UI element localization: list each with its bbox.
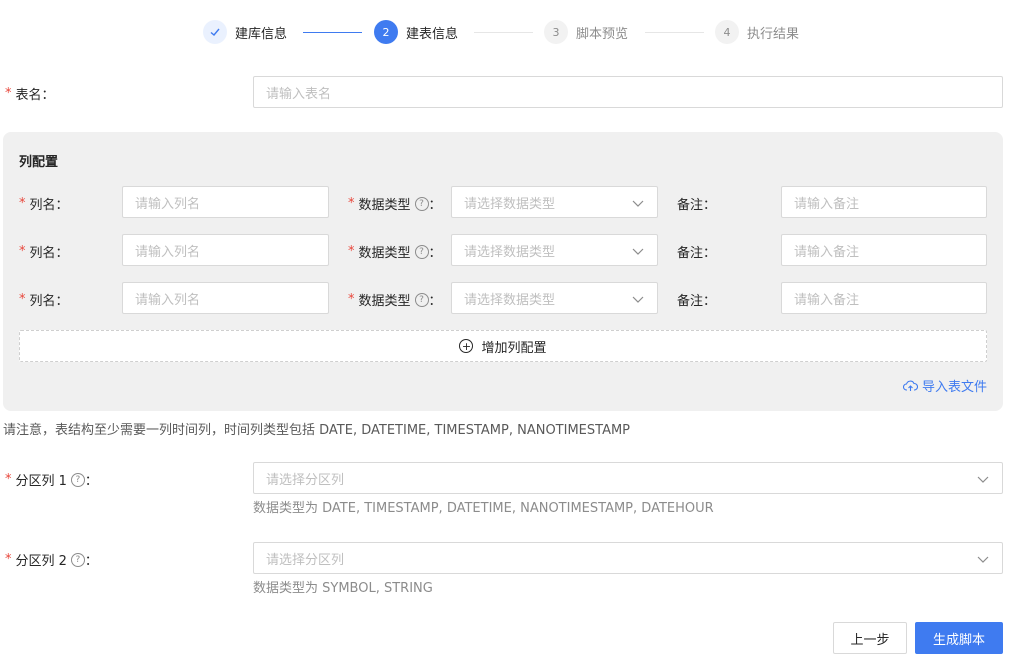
step-connector [474,32,533,33]
partition-2-hint: 数据类型为 SYMBOL, STRING [253,581,433,596]
column-name-label-text: 列名： [29,198,69,213]
plus-circle-icon: + [459,339,474,353]
step-4[interactable]: 4 执行结果 [715,20,799,44]
data-type-select[interactable]: 请选择数据类型 [451,186,658,218]
column-config-title: 列配置 [19,155,59,170]
partition-1-label-text: 分区列 1 [15,474,67,489]
required-mark: * [348,244,355,259]
data-type-placeholder: 请选择数据类型 [464,244,556,260]
add-column-label: 增加列配置 [481,340,547,356]
partition-1-hint: 数据类型为 DATE, TIMESTAMP, DATETIME, NANOTIM… [253,501,714,516]
import-label: 导入表文件 [921,380,987,395]
partition-1-select[interactable]: 请选择分区列 [253,462,1003,494]
required-mark: * [19,292,26,307]
partition-2-placeholder: 请选择分区列 [266,552,345,568]
column-name-placeholder: 请输入列名 [135,244,201,260]
help-icon[interactable]: ? [70,472,85,487]
required-mark: * [5,552,12,567]
chevron-down-icon [977,476,989,483]
remark-label: 备注： [677,198,717,213]
chevron-down-icon [632,200,644,207]
previous-step-button[interactable]: 上一步 [833,622,907,654]
data-type-placeholder: 请选择数据类型 [464,292,556,308]
column-name-label: * 列名： [19,242,69,261]
remark-placeholder: 请输入备注 [794,292,860,308]
help-icon[interactable]: ? [414,244,429,259]
column-name-label-text: 列名： [29,294,69,309]
column-name-label: * 列名： [19,290,69,309]
step-2-number: 2 [374,20,398,44]
remark-placeholder: 请输入备注 [794,196,860,212]
step-3[interactable]: 3 脚本预览 [544,20,628,44]
data-type-select[interactable]: 请选择数据类型 [451,282,658,314]
remark-label: 备注： [677,246,717,261]
column-name-input[interactable]: 请输入列名 [122,282,329,314]
required-mark: * [5,472,12,487]
table-name-label-text: 表名： [15,88,55,103]
data-type-label: * 数据类型?： [348,290,442,309]
partition-1-label: * 分区列 1?： [5,470,98,489]
column-name-placeholder: 请输入列名 [135,196,201,212]
step-4-label: 执行结果 [747,26,800,42]
remark-input[interactable]: 请输入备注 [781,234,987,266]
step-connector [303,32,362,33]
required-mark: * [348,292,355,307]
data-type-label: * 数据类型?： [348,194,442,213]
data-type-select[interactable]: 请选择数据类型 [451,234,658,266]
column-name-placeholder: 请输入列名 [135,292,201,308]
table-name-placeholder: 请输入表名 [266,86,332,102]
step-3-label: 脚本预览 [576,26,629,42]
data-type-label-text: 数据类型 [358,198,411,213]
add-column-button[interactable]: + 增加列配置 [19,330,987,362]
required-mark: * [19,196,26,211]
remark-input[interactable]: 请输入备注 [781,282,987,314]
step-1-label: 建库信息 [235,26,288,42]
help-icon[interactable]: ? [414,196,429,211]
chevron-down-icon [977,556,989,563]
help-icon[interactable]: ? [70,552,85,567]
step-2-label: 建表信息 [406,26,459,42]
remark-placeholder: 请输入备注 [794,244,860,260]
time-column-note: 请注意，表结构至少需要一列时间列，时间列类型包括 DATE, DATETIME,… [3,423,631,438]
colon: ： [428,294,442,309]
chevron-down-icon [632,248,644,255]
column-name-input[interactable]: 请输入列名 [122,234,329,266]
data-type-label-text: 数据类型 [358,246,411,261]
column-name-label: * 列名： [19,194,69,213]
partition-2-label-text: 分区列 2 [15,554,67,569]
partition-1-placeholder: 请选择分区列 [266,472,345,488]
required-mark: * [19,244,26,259]
column-name-label-text: 列名： [29,246,69,261]
data-type-placeholder: 请选择数据类型 [464,196,556,212]
import-table-file-link[interactable]: 导入表文件 [903,376,987,395]
colon: ： [84,554,98,569]
table-name-input[interactable]: 请输入表名 [253,76,1003,108]
partition-2-label: * 分区列 2?： [5,550,98,569]
column-name-input[interactable]: 请输入列名 [122,186,329,218]
colon: ： [84,474,98,489]
generate-script-button[interactable]: 生成脚本 [915,622,1003,654]
cloud-upload-icon [903,380,918,391]
data-type-label-text: 数据类型 [358,294,411,309]
step-1[interactable]: 建库信息 [203,20,287,44]
column-config-panel [3,132,1003,411]
remark-label: 备注： [677,294,717,309]
steps-bar: 建库信息 2 建表信息 3 脚本预览 4 执行结果 [0,18,1018,46]
help-icon[interactable]: ? [414,292,429,307]
colon: ： [428,246,442,261]
required-mark: * [5,86,12,101]
colon: ： [428,198,442,213]
check-icon [203,20,227,44]
table-name-label: * 表名： [5,84,55,103]
data-type-label: * 数据类型?： [348,242,442,261]
step-2[interactable]: 2 建表信息 [374,20,458,44]
partition-2-select[interactable]: 请选择分区列 [253,542,1003,574]
required-mark: * [348,196,355,211]
remark-input[interactable]: 请输入备注 [781,186,987,218]
step-4-number: 4 [715,20,739,44]
step-connector [645,32,704,33]
chevron-down-icon [632,296,644,303]
step-3-number: 3 [544,20,568,44]
